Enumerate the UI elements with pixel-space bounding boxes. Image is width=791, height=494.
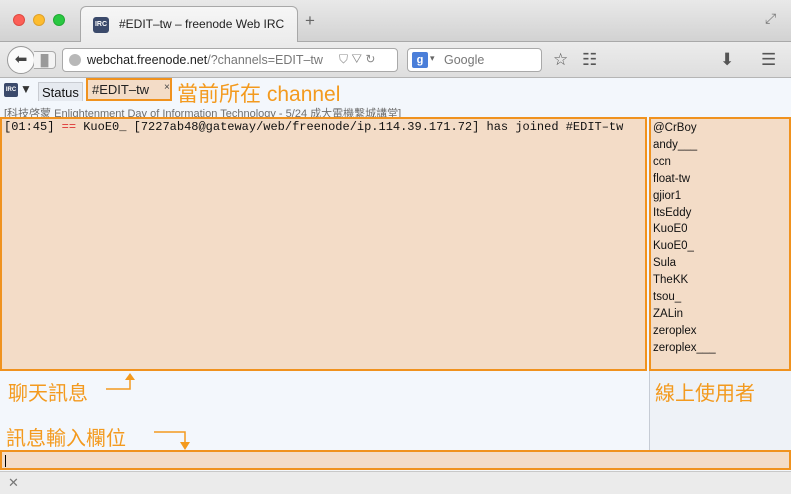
irc-favicon-icon: IRC [93, 17, 109, 33]
reload-icon[interactable]: ↻ [365, 52, 375, 66]
irc-tab-bar: IRC ▼ Status #EDIT–tw × 當前所在 channel [0, 78, 791, 106]
new-tab-button[interactable]: + [305, 12, 315, 29]
pocket-icon[interactable]: ⛉ [339, 52, 348, 66]
reading-list-icon[interactable]: ☷ [582, 50, 597, 70]
url-actions[interactable]: ⛉ ▽ ↻ [339, 52, 375, 67]
text-cursor [5, 455, 6, 467]
globe-icon [69, 54, 81, 66]
annotation-chat-messages: 聊天訊息 [8, 383, 88, 405]
channel-tab-label: #EDIT–tw [92, 82, 150, 97]
google-icon: g [412, 52, 428, 68]
close-icon[interactable]: ✕ [8, 475, 19, 491]
tab-title: #EDIT–tw – freenode Web IRC [119, 17, 285, 31]
message-input[interactable] [0, 450, 791, 470]
nick-list-item[interactable]: ZALin [653, 308, 683, 320]
search-input[interactable]: Google [444, 53, 484, 67]
nick-list-item[interactable]: KuoE0_ [653, 240, 694, 252]
input-annotation-arrow [154, 431, 190, 450]
fullscreen-icon[interactable]: ⤢ [765, 10, 776, 27]
nick-list-item[interactable]: Sula [653, 257, 676, 269]
nick-list-item[interactable]: zeroplex___ [653, 342, 716, 354]
title-bar: IRC #EDIT–tw – freenode Web IRC + ⤢ [0, 0, 791, 42]
message-time: [01:45] [4, 120, 55, 134]
chat-messages: [01:45] == KuoE0_ [7227ab48@gateway/web/… [0, 117, 647, 371]
nick-list-item[interactable]: float-tw [653, 173, 690, 185]
annotation-input-field: 訊息輸入欄位 [6, 428, 126, 450]
dropdown-icon[interactable]: ▽ [351, 52, 362, 66]
nick-list-item[interactable]: tsou_ [653, 291, 681, 303]
navigation-bar: ⬅ ▐▌ webchat.freenode.net/?channels=EDIT… [0, 42, 791, 78]
nick-list-item[interactable]: KuoE0 [653, 223, 688, 235]
minimize-window-button[interactable] [33, 14, 45, 26]
browser-tab[interactable]: IRC #EDIT–tw – freenode Web IRC [80, 6, 298, 42]
nick-list-item[interactable]: andy___ [653, 139, 697, 151]
search-engine-caret-icon[interactable]: ▾ [430, 53, 435, 64]
nick-list-item[interactable]: TheKK [653, 274, 688, 286]
annotation-online-users: 線上使用者 [655, 383, 755, 405]
zoom-window-button[interactable] [53, 14, 65, 26]
close-tab-icon[interactable]: × [164, 78, 170, 97]
nick-list: @CrBoy andy___ccn float-tw gjior1 ItsEddy Kuo… [649, 117, 791, 371]
back-arrow-icon: ⬅ [14, 51, 28, 68]
url-bar[interactable]: webchat.freenode.net/?channels=EDIT–tw ⛉… [62, 48, 398, 72]
nick-list-item[interactable]: gjior1 [653, 190, 681, 202]
download-icon[interactable]: ⬇ [720, 50, 734, 70]
star-icon[interactable]: ☆ [553, 50, 568, 70]
tab-status[interactable]: Status [38, 82, 83, 101]
status-bar: ✕ [0, 471, 791, 494]
irc-menu-caret-icon[interactable]: ▼ [20, 82, 32, 96]
annotation-current-channel: 當前所在 channel [177, 83, 341, 106]
back-button[interactable]: ⬅ [7, 46, 35, 74]
nick-list-item[interactable]: zeroplex [653, 325, 696, 337]
message-text: [7227ab48@gateway/web/freenode/ip.114.39… [133, 120, 624, 134]
nick-list-item[interactable]: ItsEddy [653, 207, 691, 219]
forward-button[interactable]: ▐▌ [34, 51, 56, 69]
url-text[interactable]: webchat.freenode.net/?channels=EDIT–tw [87, 53, 323, 67]
nick-list-item[interactable]: ccn [653, 156, 671, 168]
join-marker: == [61, 120, 77, 134]
message-nick: KuoE0_ [83, 120, 127, 134]
tab-channel[interactable]: #EDIT–tw × [86, 78, 172, 101]
search-bar[interactable]: g ▾ Google [407, 48, 542, 72]
chat-message: [01:45] == KuoE0_ [7227ab48@gateway/web/… [4, 120, 644, 134]
chat-annotation-arrow [106, 373, 135, 390]
menu-icon[interactable]: ☰ [761, 50, 776, 70]
irc-logo-icon[interactable]: IRC [4, 83, 18, 97]
nick-list-item[interactable]: @CrBoy [653, 122, 697, 134]
close-window-button[interactable] [13, 14, 25, 26]
